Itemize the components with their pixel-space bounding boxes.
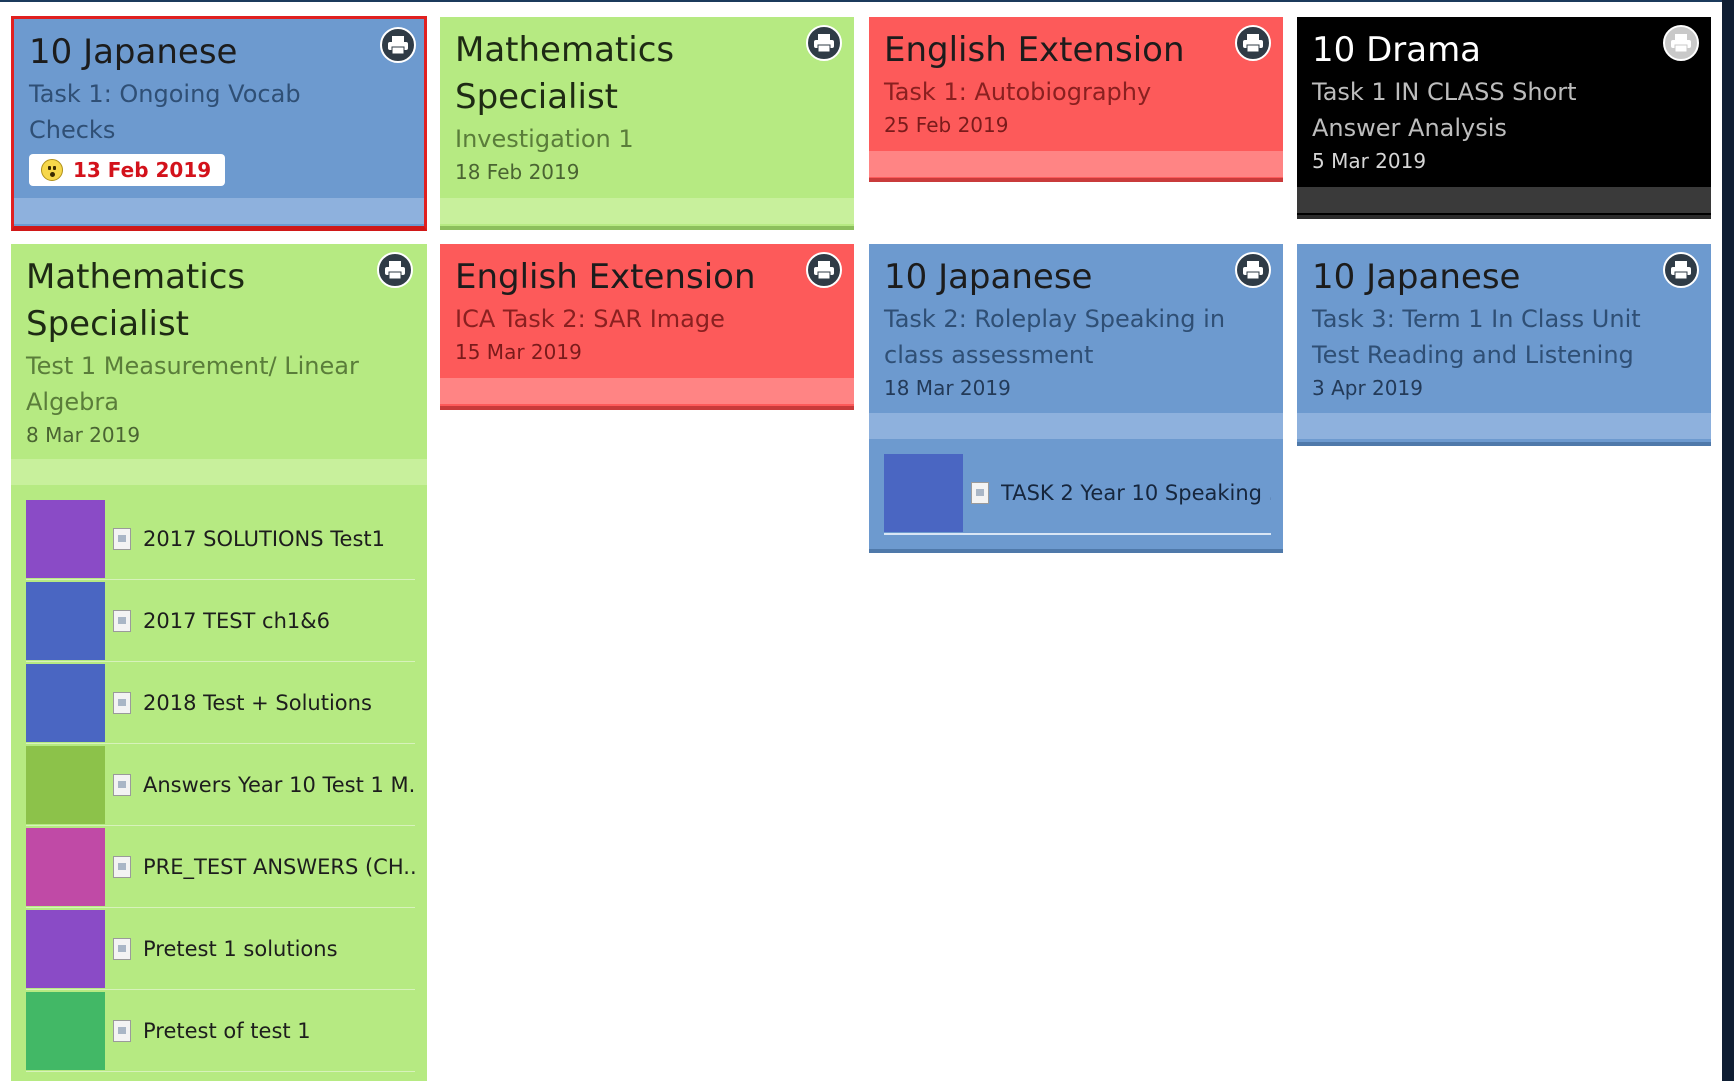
file-icon (971, 481, 989, 504)
card-subtitle: Task 1: Autobiography (884, 78, 1152, 106)
printer-icon[interactable] (1235, 25, 1271, 61)
overdue-date-badge: 13 Feb 2019 (29, 154, 226, 186)
assessment-card-maths-test1[interactable]: Mathematics Specialist Test 1 Measuremen… (11, 244, 427, 1081)
card-subtitle-line1: Task 2: Roleplay Speaking in (884, 305, 1226, 333)
card-title: 10 Japanese (884, 257, 1093, 297)
attachment-item[interactable]: Pretest 1 solutions (26, 908, 415, 990)
attachment-item[interactable]: 2018 Test + Solutions (26, 662, 415, 744)
attachment-thumbnail (26, 745, 105, 824)
attachment-thumbnail (26, 663, 105, 742)
printer-icon[interactable] (377, 252, 413, 288)
card-footer-strip (11, 459, 427, 485)
attachment-item[interactable]: Pretest of test 1 (26, 990, 415, 1072)
card-title-line2: Specialist (455, 77, 618, 117)
assessment-card-japanese-task1[interactable]: 10 Japanese Task 1: Ongoing Vocab Checks… (11, 16, 427, 231)
card-footer-strip (1297, 413, 1711, 439)
card-footer-strip (869, 413, 1283, 439)
attachment-list: TASK 2 Year 10 Speaking ... (884, 452, 1271, 535)
attachment-name: 2017 TEST ch1&6 (143, 608, 331, 633)
card-subtitle-line1: Task 1 IN CLASS Short (1312, 78, 1577, 106)
attachment-thumbnail (26, 581, 105, 660)
file-icon (113, 609, 131, 632)
card-title: 10 Japanese (29, 32, 238, 72)
card-title: English Extension (884, 30, 1185, 70)
due-date: 13 Feb 2019 (73, 158, 212, 182)
printer-icon[interactable] (1235, 252, 1271, 288)
attachment-item[interactable]: 2017 TEST ch1&6 (26, 580, 415, 662)
card-footer-strip (440, 378, 854, 404)
attachment-name: PRE_TEST ANSWERS (CH... (143, 854, 415, 879)
attachment-thumbnail (26, 909, 105, 988)
attachment-item[interactable]: TASK 2 Year 10 Speaking ... (884, 452, 1271, 535)
card-date: 18 Feb 2019 (455, 160, 580, 184)
card-subtitle-line1: Test 1 Measurement/ Linear (26, 352, 359, 380)
attachment-item[interactable]: Answers Year 10 Test 1 M... (26, 744, 415, 826)
attachment-name: 2017 SOLUTIONS Test1 (143, 526, 385, 551)
assessment-card-english-autobiography[interactable]: English Extension Task 1: Autobiography … (869, 17, 1283, 182)
right-border (1722, 0, 1734, 1081)
attachment-name: Pretest 1 solutions (143, 936, 338, 961)
card-footer-strip (14, 198, 424, 224)
card-subtitle-line2: Checks (29, 116, 116, 144)
printer-icon[interactable] (380, 27, 416, 63)
printer-icon[interactable] (806, 25, 842, 61)
assessment-card-maths-investigation[interactable]: Mathematics Specialist Investigation 1 1… (440, 17, 854, 230)
card-date: 15 Mar 2019 (455, 340, 582, 364)
attachment-item[interactable]: PRE_TEST ANSWERS (CH... (26, 826, 415, 908)
assessment-card-drama-task1[interactable]: 10 Drama Task 1 IN CLASS Short Answer An… (1297, 17, 1711, 219)
file-icon (113, 691, 131, 714)
card-date: 5 Mar 2019 (1312, 149, 1427, 173)
card-footer-strip (440, 198, 854, 224)
card-subtitle-line1: Task 1: Ongoing Vocab (29, 80, 301, 108)
attachment-thumbnail (26, 499, 105, 578)
file-icon (113, 527, 131, 550)
attachment-name: 2018 Test + Solutions (143, 690, 372, 715)
worried-face-icon (41, 159, 63, 181)
card-date: 3 Apr 2019 (1312, 376, 1423, 400)
assessment-card-japanese-task3[interactable]: 10 Japanese Task 3: Term 1 In Class Unit… (1297, 244, 1711, 446)
card-title-line1: Mathematics (455, 30, 675, 70)
attachment-name: Pretest of test 1 (143, 1018, 311, 1043)
printer-icon[interactable] (1663, 252, 1699, 288)
assessment-card-english-sar-image[interactable]: English Extension ICA Task 2: SAR Image … (440, 244, 854, 410)
card-date: 25 Feb 2019 (884, 113, 1009, 137)
card-date: 8 Mar 2019 (26, 423, 141, 447)
card-date: 18 Mar 2019 (884, 376, 1011, 400)
card-subtitle: Investigation 1 (455, 125, 634, 153)
attachment-name: Answers Year 10 Test 1 M... (143, 772, 415, 797)
printer-icon[interactable] (806, 252, 842, 288)
card-subtitle-line1: Task 3: Term 1 In Class Unit (1312, 305, 1641, 333)
card-title: English Extension (455, 257, 756, 297)
card-subtitle-line2: Answer Analysis (1312, 114, 1507, 142)
file-icon (113, 855, 131, 878)
card-subtitle-line2: Algebra (26, 388, 119, 416)
file-icon (113, 1019, 131, 1042)
attachment-thumbnail (26, 991, 105, 1070)
attachment-item[interactable]: 2017 SOLUTIONS Test1 (26, 498, 415, 580)
card-subtitle-line2: class assessment (884, 341, 1094, 369)
card-footer-strip (869, 151, 1283, 177)
card-title: 10 Drama (1312, 30, 1482, 70)
printer-icon[interactable] (1663, 25, 1699, 61)
card-subtitle: ICA Task 2: SAR Image (455, 305, 725, 333)
attachment-list: 2017 SOLUTIONS Test1 2017 TEST ch1&6 201… (26, 498, 415, 1072)
assessment-card-japanese-task2[interactable]: 10 Japanese Task 2: Roleplay Speaking in… (869, 244, 1283, 553)
top-border (0, 0, 1734, 2)
card-title-line2: Specialist (26, 304, 189, 344)
attachment-thumbnail (884, 453, 963, 532)
file-icon (113, 937, 131, 960)
file-icon (113, 773, 131, 796)
card-subtitle-line2: Test Reading and Listening (1312, 341, 1634, 369)
attachment-thumbnail (26, 827, 105, 906)
card-title-line1: Mathematics (26, 257, 246, 297)
attachment-name: TASK 2 Year 10 Speaking ... (1001, 480, 1271, 505)
card-title: 10 Japanese (1312, 257, 1521, 297)
card-footer-strip (1297, 187, 1711, 213)
